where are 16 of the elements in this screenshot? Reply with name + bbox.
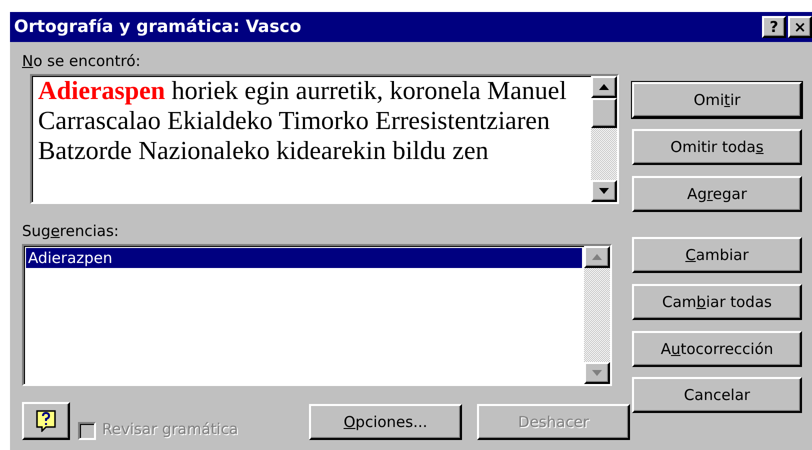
dialog-button[interactable]: Autocorrección (632, 331, 802, 367)
dialog-button[interactable]: Cambiar (632, 237, 802, 273)
close-button[interactable]: × (788, 16, 812, 38)
sentence-text: Adieraspen horiek egin aurretik, koronela Manuel Carrascalao Ekialdeko Timorko Erresistentziaren Batzorde Nazionaleko kidearekin bildu zen (37, 76, 568, 167)
options-button[interactable]: Opciones... (309, 404, 462, 440)
dialog-button[interactable]: Cancelar (632, 377, 802, 413)
window-title: Ortografía y gramática: Vasco (14, 17, 302, 37)
help-button[interactable]: ? (762, 16, 786, 38)
dialog-button[interactable]: Agregar (632, 176, 802, 212)
suggestion-item[interactable]: Adierazpen (26, 248, 582, 268)
dialog-button[interactable]: Cambiar todas (632, 284, 802, 320)
grammar-label: Revisar gramática (102, 420, 238, 438)
not-found-label: No se encontró: (22, 52, 141, 70)
dialog-button[interactable]: Omitir todas (632, 129, 802, 165)
dialog-button[interactable]: Omitir (632, 82, 802, 118)
suggestions-label: Sugerencias: (22, 222, 119, 240)
